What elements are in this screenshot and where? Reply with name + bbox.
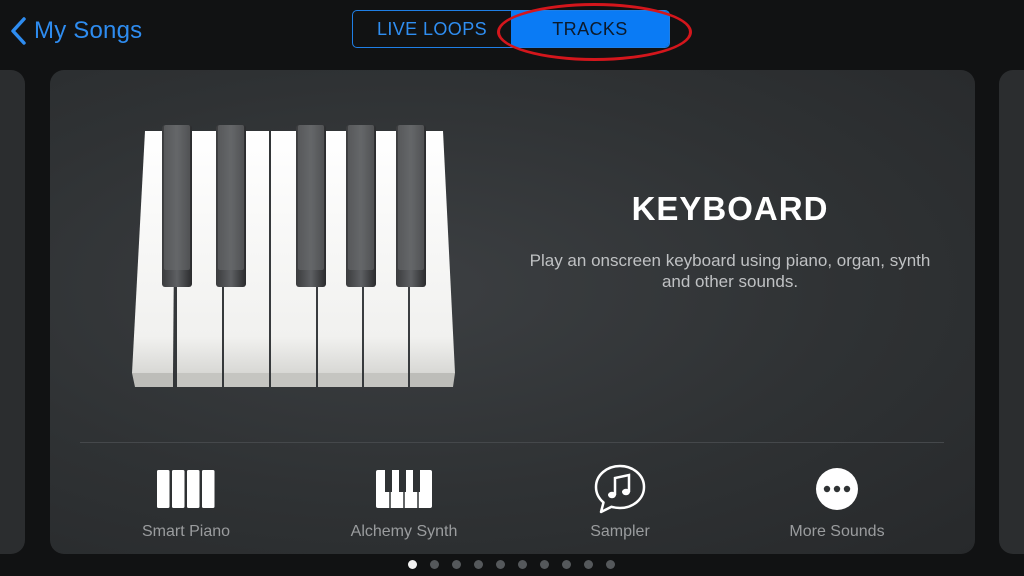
tab-live-loops[interactable]: LIVE LOOPS — [353, 11, 511, 47]
option-more-sounds[interactable]: More Sounds — [728, 455, 946, 541]
page-dot[interactable] — [496, 560, 505, 569]
instrument-info: KEYBOARD Play an onscreen keyboard using… — [520, 190, 940, 292]
synth-keys-icon — [375, 461, 433, 517]
page-dot[interactable] — [430, 560, 439, 569]
next-instrument-card[interactable] — [999, 70, 1024, 554]
back-button[interactable]: My Songs — [10, 14, 142, 48]
page-dot[interactable] — [474, 560, 483, 569]
top-bar: My Songs LIVE LOOPS TRACKS — [0, 0, 1024, 62]
page-dot[interactable] — [562, 560, 571, 569]
page-dot[interactable] — [408, 560, 417, 569]
page-dot[interactable] — [518, 560, 527, 569]
option-alchemy-synth[interactable]: Alchemy Synth — [295, 455, 513, 541]
instrument-card[interactable]: KEYBOARD Play an onscreen keyboard using… — [50, 70, 975, 554]
sound-options: Smart Piano Alchemy Synth Sampler More S… — [50, 455, 975, 545]
page-dot[interactable] — [584, 560, 593, 569]
page-dot[interactable] — [540, 560, 549, 569]
divider — [80, 442, 944, 443]
back-label: My Songs — [34, 17, 143, 44]
chevron-left-icon — [11, 17, 26, 45]
tab-tracks[interactable]: TRACKS — [511, 11, 669, 47]
instrument-description: Play an onscreen keyboard using piano, o… — [529, 251, 931, 291]
page-dot[interactable] — [452, 560, 461, 569]
option-label: Alchemy Synth — [350, 523, 458, 540]
option-label: Smart Piano — [141, 523, 231, 540]
smart-piano-icon — [156, 461, 216, 517]
option-label: More Sounds — [789, 523, 885, 540]
page-indicator[interactable] — [0, 558, 1024, 572]
instrument-title: KEYBOARD — [631, 190, 829, 227]
sampler-icon — [593, 461, 647, 517]
page-dot[interactable] — [606, 560, 615, 569]
piano-keys-icon — [132, 125, 455, 387]
option-sampler[interactable]: Sampler — [511, 455, 729, 541]
view-switcher: LIVE LOOPS TRACKS — [352, 10, 670, 48]
option-smart-piano[interactable]: Smart Piano — [77, 455, 295, 541]
option-label: Sampler — [590, 523, 650, 540]
previous-instrument-card[interactable] — [0, 70, 25, 554]
more-icon — [814, 461, 860, 517]
